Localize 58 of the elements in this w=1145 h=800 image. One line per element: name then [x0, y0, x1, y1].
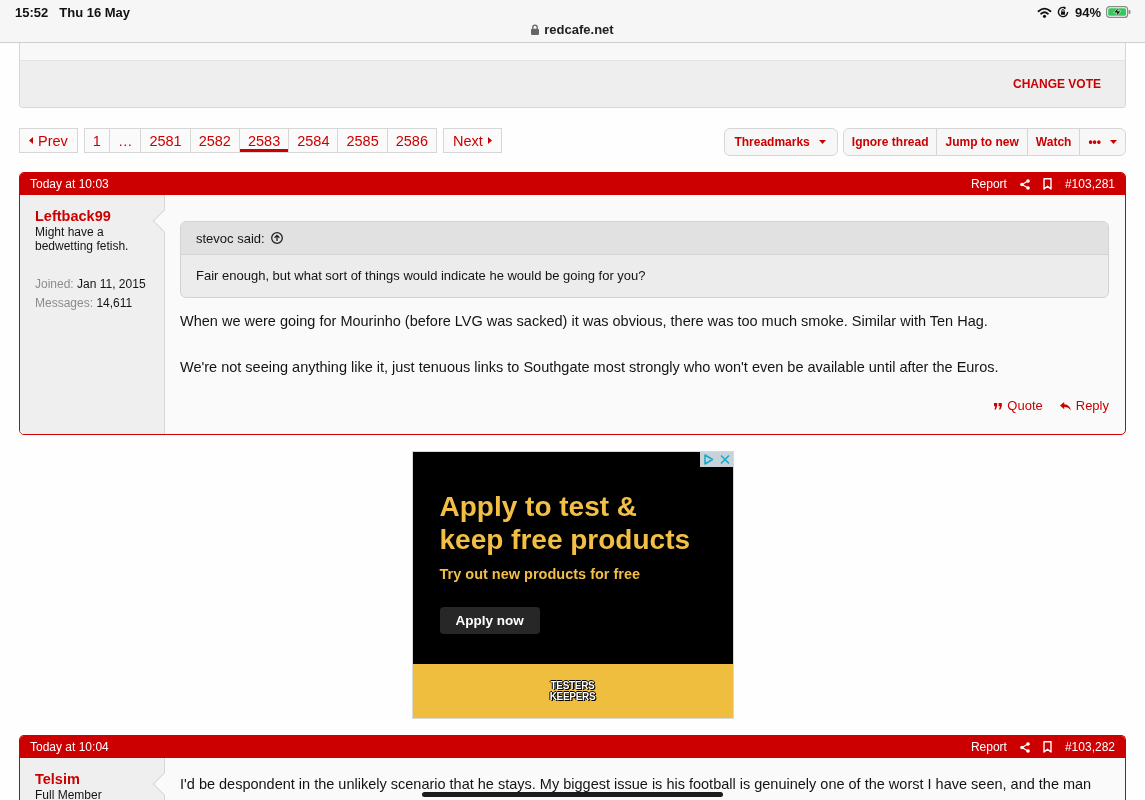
reply-link[interactable]: Reply: [1059, 398, 1109, 414]
quote-marks-icon: [994, 402, 1003, 410]
toolbar-button[interactable]: Jump to new: [936, 129, 1027, 155]
post-number-link[interactable]: #103,282: [1064, 740, 1115, 754]
next-page-button[interactable]: Next: [443, 128, 502, 153]
rotation-lock-icon: [1056, 6, 1069, 18]
clock-time: 15:52: [15, 4, 49, 20]
caret-down-icon: [1110, 140, 1117, 144]
caret-left-icon: [29, 137, 33, 144]
username-link[interactable]: Telsim: [35, 771, 154, 788]
page-button[interactable]: 2586: [386, 129, 436, 152]
post-text: We're not seeing anything like it, just tenuous links to Southgate most strongly who won't even be available until after the Euros.: [180, 358, 1000, 377]
toolbar-button[interactable]: Ignore thread: [843, 129, 937, 155]
user-stat: Messages: 14,611: [35, 295, 134, 312]
brand-logo: TESTERS KEEPERS: [549, 680, 596, 702]
battery-charging-icon: [1106, 6, 1131, 18]
caret-right-icon: [487, 137, 492, 144]
post-time-link[interactable]: Today at 10:03: [30, 177, 109, 191]
page-button[interactable]: …: [108, 129, 141, 152]
quote-text: Fair enough, but what sort of things would indicate he would be going for you?: [195, 267, 647, 285]
bookmark-icon[interactable]: [1042, 178, 1052, 190]
user-stat: Joined: Jan 11, 2015: [35, 276, 147, 293]
apply-now-button[interactable]: Apply now: [439, 607, 540, 634]
page-button[interactable]: 2581: [140, 129, 190, 152]
report-link[interactable]: Report: [970, 740, 1007, 754]
post-text: I'd be despondent in the unlikely scenario that he stays. My biggest issue is his football is genuinely one of the worst I have seen, and the man: [180, 775, 1093, 793]
post-text: When we were going for Mourinho (before LVG was sacked) it was obvious, there was too much smoke. Similar with Ten Hag.: [180, 312, 989, 331]
user-title: Full Member: [35, 788, 103, 800]
more-menu-button[interactable]: •••: [1079, 129, 1125, 155]
toolbar-button[interactable]: Watch: [1026, 129, 1080, 155]
report-link[interactable]: Report: [970, 177, 1007, 191]
change-vote-button[interactable]: CHANGE VOTE: [1013, 77, 1101, 91]
battery-percent: 94%: [1074, 4, 1101, 20]
bookmark-icon[interactable]: [1042, 741, 1052, 753]
share-icon[interactable]: [1019, 741, 1030, 753]
circle-arrow-up-icon[interactable]: [270, 232, 283, 244]
user-title: Might have a bedwetting fetish.: [35, 225, 130, 253]
date-text: Thu 16 May: [59, 4, 131, 20]
username-link[interactable]: Leftback99: [35, 208, 154, 225]
wifi-icon: [1036, 6, 1052, 18]
page-button[interactable]: 2585: [337, 129, 387, 152]
caret-down-icon: [818, 140, 826, 144]
lock-icon: [531, 24, 540, 35]
share-icon[interactable]: [1019, 178, 1030, 190]
page-button[interactable]: 2583: [238, 129, 289, 152]
post-time-link[interactable]: Today at 10:04: [30, 740, 109, 754]
threadmarks-button[interactable]: Threadmarks: [724, 128, 838, 156]
post-number-link[interactable]: #103,281: [1064, 177, 1115, 191]
quote-link[interactable]: Quote: [994, 398, 1043, 414]
prev-page-button[interactable]: Prev: [19, 128, 78, 153]
reply-arrow-icon: [1059, 401, 1071, 411]
ad-subline: Try out new products for free: [439, 565, 642, 583]
ad-headline: Apply to test & keep free products: [439, 490, 692, 556]
url-text: redcafe.net: [544, 22, 614, 37]
page-button[interactable]: 2584: [288, 129, 338, 152]
quote-author: stevoc said:: [196, 230, 265, 246]
page-button[interactable]: 2582: [189, 129, 239, 152]
page-button[interactable]: 1: [84, 129, 109, 152]
